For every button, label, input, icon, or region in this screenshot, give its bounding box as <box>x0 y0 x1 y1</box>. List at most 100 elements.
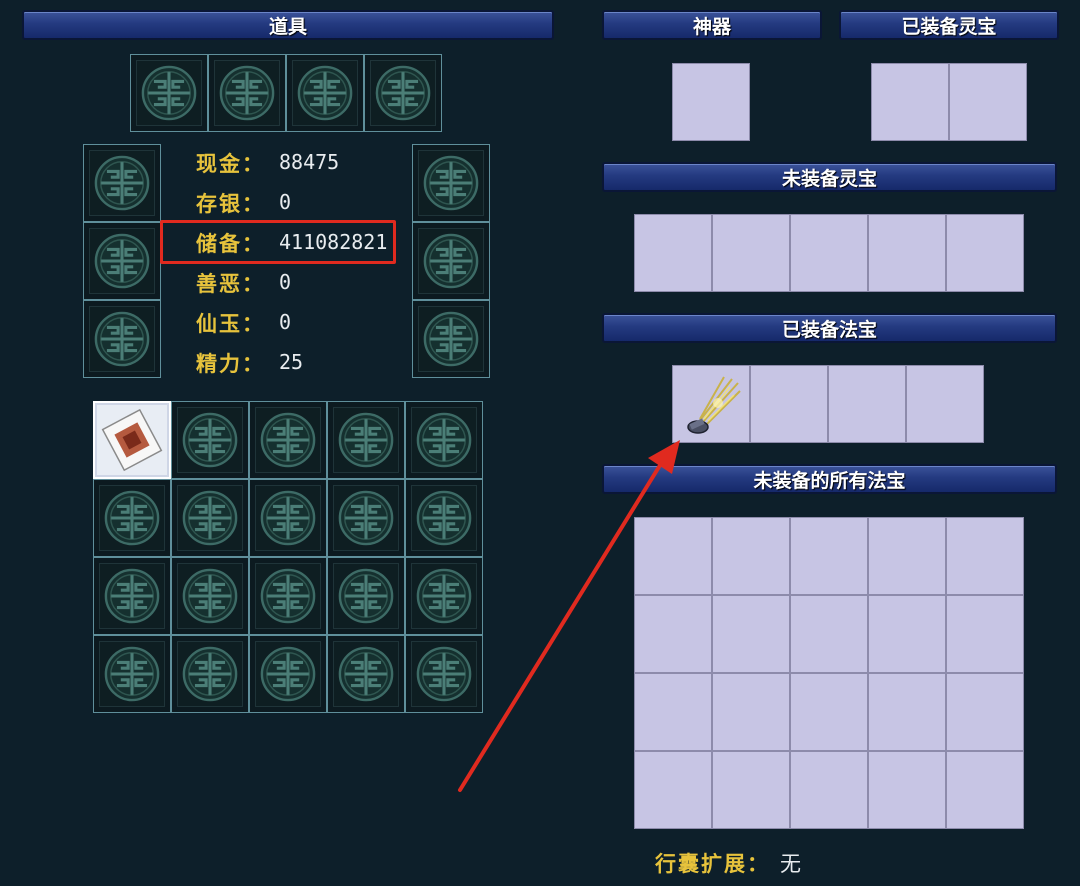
equip-slot[interactable] <box>83 222 161 300</box>
inventory-slot[interactable] <box>93 557 171 635</box>
equip-slot[interactable] <box>286 54 364 132</box>
shou-symbol-icon <box>93 310 151 368</box>
shou-symbol-icon <box>181 411 239 469</box>
equip-slot[interactable] <box>412 144 490 222</box>
inventory-slot[interactable] <box>171 635 249 713</box>
equipped-spirit-slot[interactable] <box>949 63 1027 141</box>
stat-value-savings: 0 <box>279 190 292 214</box>
inventory-slot[interactable] <box>327 479 405 557</box>
header-items: 道具 <box>22 10 554 40</box>
header-all-unequipped-magic: 未装备的所有法宝 <box>602 464 1057 494</box>
shou-symbol-icon <box>259 567 317 625</box>
stat-label-energy: 精力： <box>196 352 265 376</box>
artifact-slot[interactable] <box>672 63 750 141</box>
unequipped-magic-slot[interactable] <box>712 751 790 829</box>
shou-symbol-icon <box>181 567 239 625</box>
inventory-slot[interactable] <box>249 401 327 479</box>
inventory-slot[interactable] <box>405 401 483 479</box>
inventory-slot[interactable] <box>327 635 405 713</box>
equip-slot[interactable] <box>364 54 442 132</box>
shou-symbol-icon <box>422 232 480 290</box>
stat-label-karma: 善恶： <box>196 272 265 296</box>
equipped-spirit-slot[interactable] <box>871 63 949 141</box>
stat-value-cash: 88475 <box>279 150 340 174</box>
unequipped-magic-slot[interactable] <box>946 595 1024 673</box>
bag-expansion-label: 行囊扩展： <box>655 852 770 876</box>
shou-symbol-icon <box>337 411 395 469</box>
equip-slot[interactable] <box>83 144 161 222</box>
unequipped-magic-slot[interactable] <box>790 673 868 751</box>
equipped-magic-slot[interactable] <box>750 365 828 443</box>
unequipped-spirit-slot[interactable] <box>946 214 1024 292</box>
unequipped-magic-slot[interactable] <box>634 595 712 673</box>
inventory-slot[interactable] <box>327 401 405 479</box>
unequipped-magic-slot[interactable] <box>790 595 868 673</box>
stat-value-karma: 0 <box>279 270 292 294</box>
red-seal-paper-icon <box>97 405 167 475</box>
unequipped-magic-slot[interactable] <box>868 595 946 673</box>
shou-symbol-icon <box>93 232 151 290</box>
inventory-slot[interactable] <box>171 479 249 557</box>
unequipped-spirit-slot[interactable] <box>790 214 868 292</box>
golden-rake-icon <box>687 376 741 434</box>
header-equipped-magic: 已装备法宝 <box>602 313 1057 343</box>
unequipped-magic-slot[interactable] <box>790 751 868 829</box>
inventory-slot[interactable] <box>405 635 483 713</box>
inventory-slot[interactable] <box>327 557 405 635</box>
header-unequipped-spirit: 未装备灵宝 <box>602 162 1057 192</box>
shou-symbol-icon <box>181 489 239 547</box>
shou-symbol-icon <box>415 489 473 547</box>
inventory-slot-selected[interactable] <box>93 401 171 479</box>
unequipped-magic-slot[interactable] <box>712 595 790 673</box>
equip-slot[interactable] <box>208 54 286 132</box>
bag-expansion-value: 无 <box>780 852 801 876</box>
inventory-slot[interactable] <box>171 557 249 635</box>
shou-symbol-icon <box>93 154 151 212</box>
unequipped-magic-slot[interactable] <box>946 673 1024 751</box>
unequipped-magic-slot[interactable] <box>868 751 946 829</box>
unequipped-magic-slot[interactable] <box>946 517 1024 595</box>
equip-slot[interactable] <box>130 54 208 132</box>
shou-symbol-icon <box>181 645 239 703</box>
inventory-slot[interactable] <box>249 479 327 557</box>
shou-symbol-icon <box>415 645 473 703</box>
shou-symbol-icon <box>259 489 317 547</box>
shou-symbol-icon <box>422 310 480 368</box>
header-equipped-spirit: 已装备灵宝 <box>839 10 1059 40</box>
unequipped-magic-slot[interactable] <box>634 673 712 751</box>
inventory-slot[interactable] <box>249 557 327 635</box>
shou-symbol-icon <box>422 154 480 212</box>
equipped-magic-slot[interactable] <box>672 365 750 443</box>
equip-slot[interactable] <box>412 222 490 300</box>
equip-slot[interactable] <box>412 300 490 378</box>
unequipped-magic-slot[interactable] <box>868 673 946 751</box>
shou-symbol-icon <box>337 567 395 625</box>
stat-label-jade: 仙玉： <box>196 312 265 336</box>
inventory-slot[interactable] <box>249 635 327 713</box>
inventory-slot[interactable] <box>405 479 483 557</box>
unequipped-magic-slot[interactable] <box>946 751 1024 829</box>
inventory-slot[interactable] <box>405 557 483 635</box>
unequipped-spirit-slot[interactable] <box>712 214 790 292</box>
unequipped-magic-slot[interactable] <box>712 517 790 595</box>
shou-symbol-icon <box>103 489 161 547</box>
shou-symbol-icon <box>415 567 473 625</box>
shou-symbol-icon <box>296 64 354 122</box>
shou-symbol-icon <box>103 645 161 703</box>
unequipped-spirit-slot[interactable] <box>634 214 712 292</box>
inventory-slot[interactable] <box>171 401 249 479</box>
unequipped-magic-slot[interactable] <box>634 517 712 595</box>
unequipped-spirit-slot[interactable] <box>868 214 946 292</box>
shou-symbol-icon <box>415 411 473 469</box>
unequipped-magic-slot[interactable] <box>790 517 868 595</box>
unequipped-magic-slot[interactable] <box>634 751 712 829</box>
equipped-magic-slot[interactable] <box>906 365 984 443</box>
shou-symbol-icon <box>337 645 395 703</box>
equip-slot[interactable] <box>83 300 161 378</box>
equipped-magic-slot[interactable] <box>828 365 906 443</box>
inventory-slot[interactable] <box>93 479 171 557</box>
unequipped-magic-slot[interactable] <box>868 517 946 595</box>
header-artifact: 神器 <box>602 10 822 40</box>
unequipped-magic-slot[interactable] <box>712 673 790 751</box>
inventory-slot[interactable] <box>93 635 171 713</box>
